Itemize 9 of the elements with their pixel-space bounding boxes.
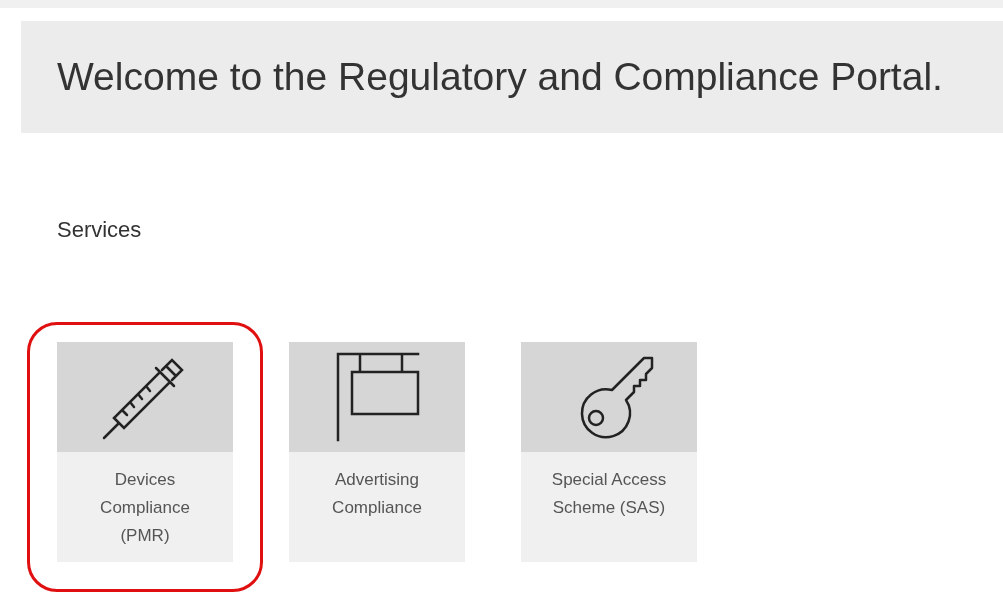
hanging-sign-icon (334, 352, 420, 442)
tile-label: Special Access Scheme (SAS) (550, 469, 668, 519)
section-heading: Services (57, 216, 142, 244)
service-tile[interactable]: Special Access Scheme (SAS) (521, 342, 697, 562)
service-tile[interactable]: Devices Compliance (PMR) (57, 342, 233, 562)
page-title: Welcome to the Regulatory and Compliance Portal. (57, 53, 943, 100)
tile-label: Advertising Compliance (331, 469, 423, 519)
tile-label: Devices Compliance (PMR) (99, 469, 191, 547)
service-tile[interactable]: Advertising Compliance (289, 342, 465, 562)
